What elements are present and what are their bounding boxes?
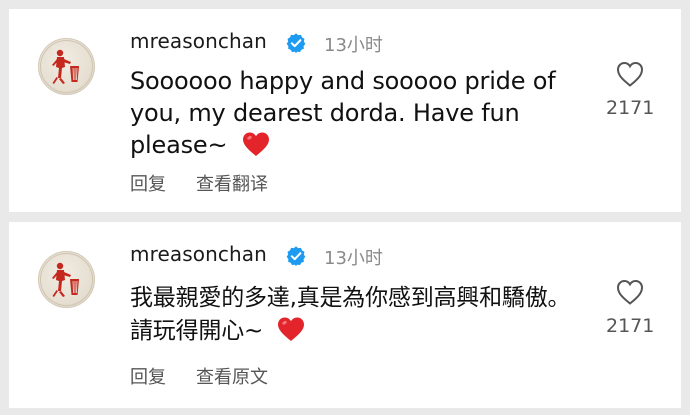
username[interactable]: mreasonchan (130, 29, 267, 53)
see-original-button[interactable]: 查看原文 (196, 363, 268, 389)
comment-actions: 回复 查看翻译 (130, 170, 268, 196)
comment-text-block: Soooooo happy and sooooo pride of you, m… (130, 65, 580, 161)
comment-card: mreasonchan 13小时 Soooooo happy and soooo… (9, 9, 681, 212)
comment-actions: 回复 查看原文 (130, 363, 268, 389)
see-translation-button[interactable]: 查看翻译 (196, 170, 268, 196)
heart-outline-icon[interactable] (615, 278, 645, 306)
verified-badge-icon (286, 246, 306, 267)
avatar[interactable] (38, 251, 95, 308)
comment-timestamp: 13小时 (324, 35, 383, 56)
avatar[interactable] (38, 38, 95, 95)
red-heart-emoji (278, 317, 305, 341)
comment-card: mreasonchan 13小时 我最親愛的多達,真是為你感到高興和驕傲。 請玩… (9, 222, 681, 408)
reply-button[interactable]: 回复 (130, 363, 166, 389)
comment-timestamp: 13小时 (324, 248, 383, 269)
comment-text: 我最親愛的多達,真是為你感到高興和驕傲。 請玩得開心~ (130, 285, 571, 344)
reply-button[interactable]: 回复 (130, 170, 166, 196)
like-count: 2171 (606, 315, 655, 337)
comment-text: Soooooo happy and sooooo pride of you, m… (130, 67, 556, 159)
like-count: 2171 (606, 97, 655, 119)
verified-badge-icon (286, 33, 306, 54)
comment-text-block: 我最親愛的多達,真是為你感到高興和驕傲。 請玩得開心~ (130, 282, 580, 348)
heart-outline-icon[interactable] (615, 60, 645, 88)
username[interactable]: mreasonchan (130, 242, 267, 266)
red-heart-emoji (242, 132, 269, 156)
